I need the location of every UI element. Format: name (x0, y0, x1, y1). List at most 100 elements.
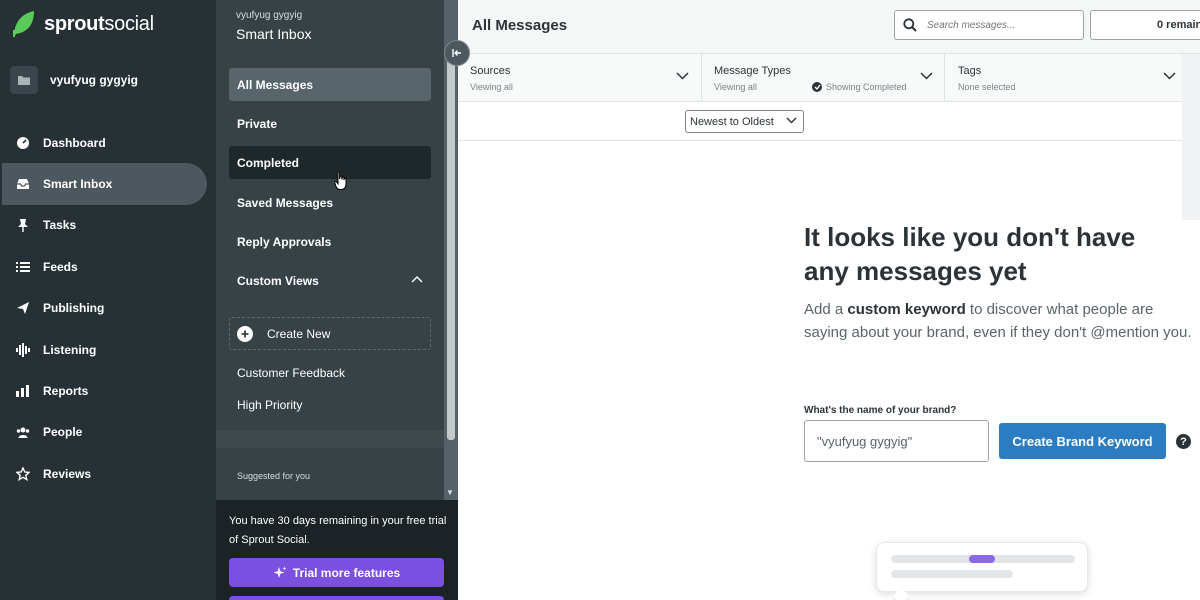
nav-label: Reviews (43, 466, 92, 481)
nav-item-dashboard[interactable]: Dashboard (0, 122, 216, 163)
filter-sources[interactable]: Sources Viewing all (458, 54, 702, 102)
scroll-thumb[interactable] (447, 60, 455, 440)
trial-text: You have 30 days remaining in your free … (229, 515, 447, 546)
inbox-item-saved-messages[interactable]: Saved Messages (229, 186, 431, 219)
inbox-item-private[interactable]: Private (229, 107, 431, 140)
filter-label: Sources (470, 65, 511, 77)
dashboard-icon (16, 136, 30, 150)
illustration-accent (969, 555, 995, 563)
sprout-leaf-icon (13, 11, 34, 37)
filter-message-types[interactable]: Message Types Viewing all Showing Comple… (702, 54, 945, 102)
custom-view-high-priority[interactable]: High Priority (237, 398, 302, 412)
feeds-icon (16, 260, 30, 274)
brand-name-input[interactable]: "vyufyug gygyig" (804, 420, 989, 462)
inbox-item-label: Completed (237, 155, 300, 170)
hand-cursor-icon (334, 171, 347, 190)
bar-chart-icon (16, 384, 30, 398)
inbox-icon (16, 177, 30, 191)
sort-select[interactable]: Newest to Oldest (685, 110, 804, 133)
nav-item-smart-inbox[interactable]: Smart Inbox (2, 163, 207, 205)
filter-status-text: Showing Completed (826, 82, 907, 92)
illustration-line (891, 570, 1013, 578)
nav-item-reviews[interactable]: Reviews (0, 453, 216, 494)
main-content: All Messages 0 remain Sources Viewing al… (458, 0, 1200, 600)
filter-label: Message Types (714, 65, 791, 77)
panel-divider (216, 430, 444, 448)
right-panel-edge (1182, 54, 1200, 220)
create-new-view-button[interactable]: Create New (229, 317, 431, 350)
filter-status: Showing Completed (812, 82, 907, 92)
nav-item-reports[interactable]: Reports (0, 370, 216, 411)
nav-item-people[interactable]: People (0, 412, 216, 453)
custom-view-customer-feedback[interactable]: Customer Feedback (237, 366, 345, 380)
trial-button-label: Trial more features (292, 565, 401, 580)
remaining-counter[interactable]: 0 remain (1090, 10, 1200, 40)
inbox-item-custom-views[interactable]: Custom Views (229, 264, 431, 297)
panel-title: Smart Inbox (236, 26, 312, 42)
brand-name-label: What's the name of your brand? (804, 405, 957, 416)
chevron-down-icon (786, 117, 797, 124)
nav-item-tasks[interactable]: Tasks (0, 205, 216, 246)
check-circle-icon (812, 82, 822, 92)
inbox-item-all-messages[interactable]: All Messages (229, 68, 431, 101)
nav-item-publishing[interactable]: Publishing (0, 288, 216, 329)
inbox-item-label: All Messages (237, 77, 314, 92)
trial-more-features-button[interactable]: Trial more features (229, 558, 444, 587)
filter-label: Tags (958, 65, 982, 77)
people-icon (16, 425, 30, 439)
nav-list: Dashboard Smart Inbox Tasks Feeds Publis… (0, 122, 216, 495)
nav-label: Reports (43, 384, 89, 399)
suggested-heading: Suggested for you (237, 471, 311, 481)
nav-item-feeds[interactable]: Feeds (0, 246, 216, 287)
waveform-icon (16, 342, 30, 357)
main-header: All Messages 0 remain (458, 0, 1200, 54)
account-name: vyufyug gygyig (50, 73, 139, 87)
inbox-panel: vyufyug gygyig Smart Inbox All Messages … (216, 0, 470, 600)
create-brand-keyword-button[interactable]: Create Brand Keyword (999, 423, 1166, 459)
brand-logo[interactable]: sproutsocial (10, 10, 154, 38)
plus-circle-icon (237, 325, 253, 342)
nav-label: Smart Inbox (43, 177, 113, 192)
sort-value: Newest to Oldest (690, 115, 774, 128)
panel-scrollbar[interactable]: ▼ (444, 0, 458, 500)
collapse-left-icon (452, 49, 461, 57)
search-input[interactable] (927, 19, 1067, 31)
collapse-panel-button[interactable] (444, 40, 470, 66)
filter-value: Viewing all (714, 82, 757, 92)
trial-banner: You have 30 days remaining in your free … (216, 500, 458, 600)
secondary-trial-button[interactable] (229, 596, 444, 600)
account-switcher[interactable]: vyufyug gygyig (10, 66, 138, 94)
folder-icon (10, 66, 38, 94)
inbox-item-label: Private (237, 116, 278, 131)
paper-plane-icon (16, 301, 30, 315)
search-box[interactable] (894, 10, 1084, 40)
nav-label: Feeds (43, 259, 78, 274)
filter-bar: Sources Viewing all Message Types Viewin… (458, 54, 1182, 102)
nav-label: Tasks (43, 218, 77, 233)
brand-name: sproutsocial (44, 12, 154, 35)
chevron-down-icon (676, 72, 689, 80)
custom-keyword-link[interactable]: custom keyword (847, 301, 965, 318)
chevron-up-icon (411, 276, 423, 283)
star-icon (16, 466, 30, 481)
nav-item-listening[interactable]: Listening (0, 329, 216, 370)
chevron-down-icon (920, 72, 933, 80)
nav-label: Listening (43, 342, 97, 357)
inbox-item-label: Reply Approvals (237, 234, 332, 249)
filter-tags[interactable]: Tags None selected (946, 54, 1182, 102)
scroll-down-icon[interactable]: ▼ (446, 488, 454, 497)
speech-bubble-tail (892, 587, 910, 600)
nav-label: Publishing (43, 301, 105, 316)
filter-value: Viewing all (470, 82, 513, 92)
sort-bar: Newest to Oldest (458, 102, 1182, 141)
empty-state-title: It looks like you don't have any message… (804, 222, 1136, 286)
inbox-item-completed[interactable]: Completed (229, 146, 431, 179)
inbox-item-reply-approvals[interactable]: Reply Approvals (229, 225, 431, 258)
chevron-down-icon (1163, 72, 1176, 80)
inbox-item-label: Custom Views (237, 273, 319, 288)
page-title: All Messages (472, 17, 568, 34)
pin-icon (16, 218, 30, 233)
inbox-item-label: Saved Messages (237, 195, 334, 210)
empty-state-description: Add a custom keyword to discover what pe… (804, 301, 1192, 341)
help-icon[interactable]: ? (1176, 434, 1191, 449)
